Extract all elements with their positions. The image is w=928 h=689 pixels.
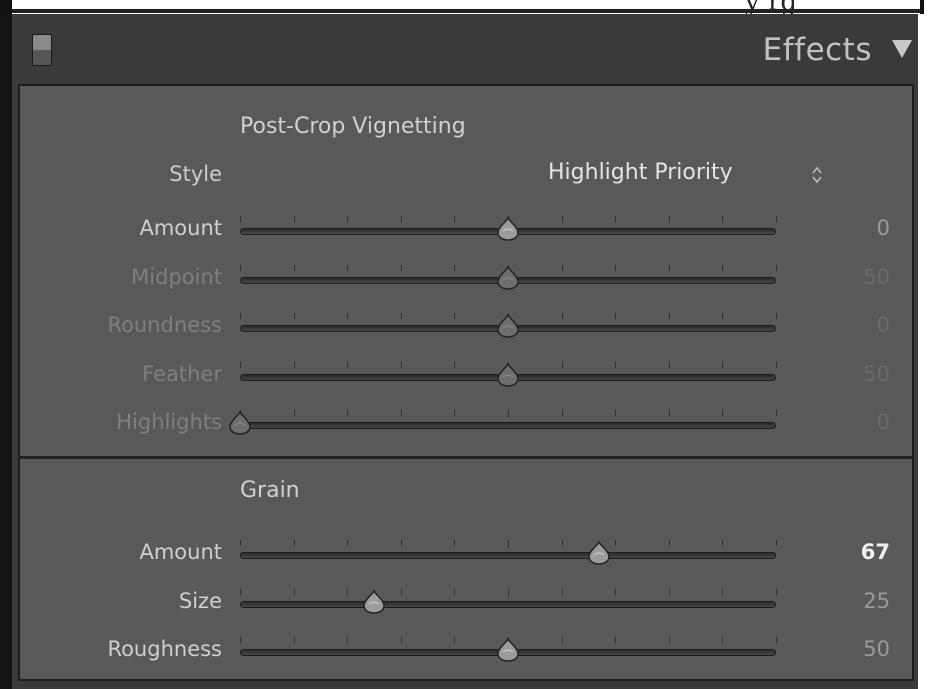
- right-frame: [918, 14, 928, 689]
- slider-value[interactable]: 0: [877, 216, 890, 240]
- panel-header[interactable]: Effects: [12, 14, 922, 83]
- panel-title[interactable]: Effects: [763, 32, 872, 68]
- slider-ticks: [240, 588, 777, 597]
- grain-row-roughness: Roughness 50: [20, 631, 912, 671]
- slider-label: Highlights: [116, 410, 222, 434]
- slider-value[interactable]: 25: [863, 589, 890, 613]
- slider-label: Midpoint: [131, 264, 222, 289]
- grain-row-amount: Amount 67: [20, 534, 912, 574]
- slider-thumb[interactable]: [361, 588, 387, 615]
- panel-toggle-icon[interactable]: [32, 34, 52, 66]
- slider-value[interactable]: 50: [863, 637, 890, 661]
- slider-thumb: [229, 410, 251, 435]
- slider-thumb: [497, 264, 519, 290]
- slider-thumb[interactable]: [586, 540, 612, 566]
- style-label: Style: [169, 162, 222, 186]
- vignetting-row-midpoint: Midpoint 50: [20, 259, 912, 299]
- slider-label: Feather: [142, 361, 222, 386]
- slider-track: [240, 422, 776, 429]
- slider-value: 0: [876, 313, 890, 337]
- grain-row-size: Size 25: [20, 583, 912, 623]
- section-title-vignetting: Post-Crop Vignetting: [240, 114, 466, 139]
- vignetting-row-feather: Feather 50: [20, 356, 912, 396]
- slider-value[interactable]: 67: [861, 540, 890, 564]
- slider-label: Amount: [139, 540, 222, 564]
- vignetting-row-roundness: Roundness 0: [20, 307, 912, 347]
- slider-thumb[interactable]: [495, 216, 521, 242]
- cut-off-text: y rg: [745, 0, 797, 14]
- slider-label: Roundness: [107, 313, 222, 337]
- slider-track[interactable]: [240, 552, 776, 559]
- top-cut-strip: y rg: [0, 0, 928, 14]
- slider-label: Roughness: [107, 637, 222, 661]
- section-divider: [20, 456, 912, 459]
- slider-value: 0: [876, 410, 890, 434]
- slider-ticks: [240, 540, 777, 548]
- left-frame: [0, 0, 12, 689]
- slider-label: Size: [178, 588, 222, 613]
- section-title-grain: Grain: [240, 478, 300, 503]
- slider-ticks: [240, 410, 777, 418]
- vignetting-row-amount: Amount 0: [20, 210, 912, 250]
- slider-thumb[interactable]: [495, 637, 521, 663]
- effects-panel: Effects Post-Crop Vignetting Style Highl…: [12, 14, 922, 689]
- slider-label: Amount: [139, 216, 222, 240]
- slider-value: 50: [863, 361, 890, 386]
- panel-body: Post-Crop Vignetting Style Highlight Pri…: [18, 84, 914, 681]
- slider-thumb: [497, 361, 519, 387]
- slider-track[interactable]: [240, 600, 776, 608]
- triangle-down-icon[interactable]: [892, 40, 912, 58]
- vignetting-row-highlights: Highlights 0: [20, 404, 912, 444]
- slider-value: 50: [863, 264, 890, 289]
- updown-arrows-icon[interactable]: [812, 165, 822, 185]
- slider-thumb: [497, 313, 519, 338]
- style-dropdown[interactable]: Highlight Priority: [548, 160, 733, 185]
